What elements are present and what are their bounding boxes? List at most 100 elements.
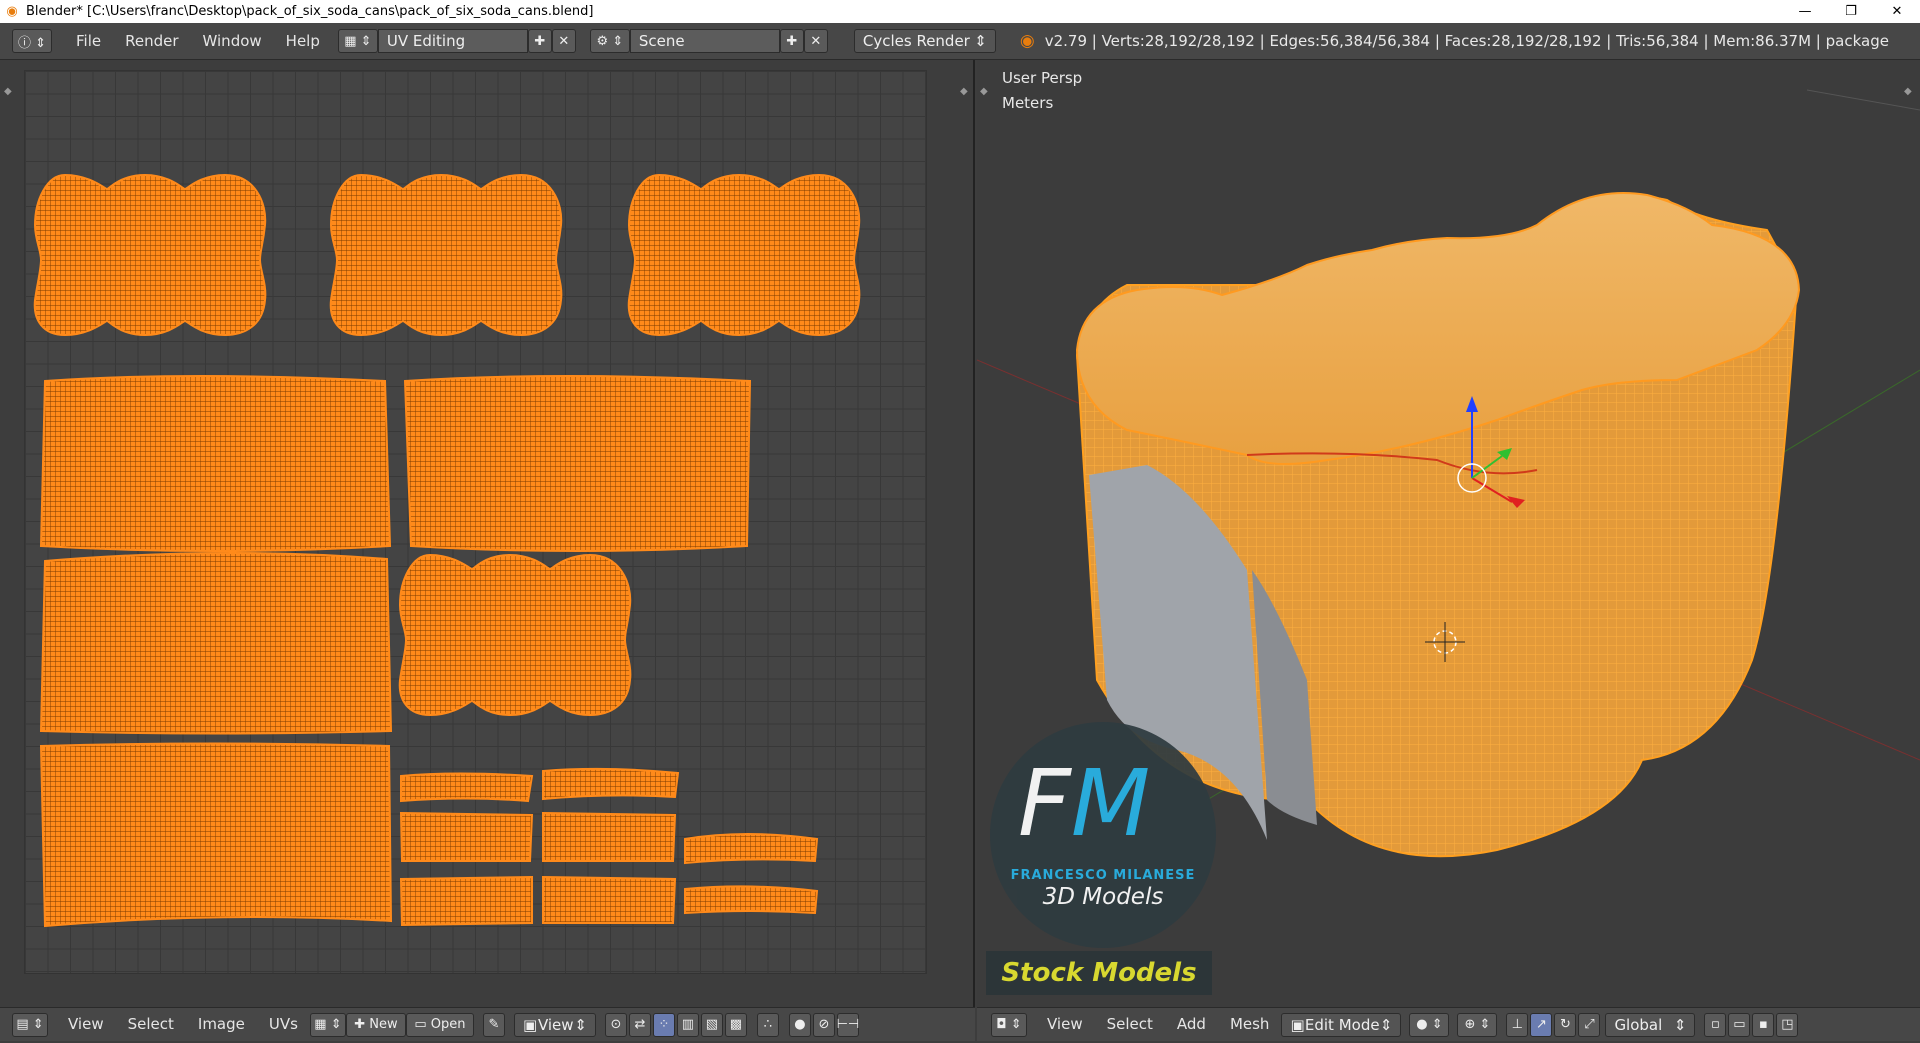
uv-image-editor[interactable]: ◆ ◆ <box>0 60 975 1007</box>
edge-select-3d-icon[interactable]: ▭ <box>1728 1012 1751 1037</box>
translate-icon[interactable]: ↗ <box>1530 1012 1553 1037</box>
scale-icon[interactable]: ⤢ <box>1578 1012 1601 1037</box>
updown-icon-4: ⇕ <box>1673 1015 1687 1034</box>
mode-dropdown[interactable]: ▣ Edit Mode ⇕ <box>1281 1012 1402 1037</box>
properties-toggle-icon[interactable]: ◆ <box>960 86 968 97</box>
menu-uvs[interactable]: UVs <box>257 1006 310 1043</box>
info-editor-type-icon[interactable]: ⓘ ⇕ <box>12 29 52 53</box>
menu-window[interactable]: Window <box>191 23 274 60</box>
occlude-geometry-icon[interactable]: ◳ <box>1776 1012 1799 1037</box>
blender-logo-icon: ◉ <box>6 3 18 19</box>
3d-view-header: ◘ ⇕ View Select Add Mesh ▣ Edit Mode ⇕ ●… <box>977 1007 1920 1041</box>
scene-icon[interactable]: ⚙ ⇕ <box>589 29 630 53</box>
close-button[interactable]: ✕ <box>1874 0 1920 23</box>
updown-icon-2: ⇕ <box>574 1015 587 1034</box>
menu-view-3d[interactable]: View <box>1035 1006 1095 1043</box>
folder-icon: ▭ <box>414 1017 427 1032</box>
edge-select-icon[interactable]: ▥ <box>676 1012 699 1037</box>
menu-view[interactable]: View <box>56 1006 116 1043</box>
add-scene-icon[interactable]: ✚ <box>779 29 804 53</box>
shading-icon[interactable]: ● ⇕ <box>1409 1012 1450 1037</box>
sync-selection-icon[interactable]: ⇄ <box>628 1012 651 1037</box>
uv-island-strip-8 <box>684 885 819 915</box>
updown-icon-3: ⇕ <box>1379 1015 1393 1034</box>
uv-island-side-1 <box>39 375 392 552</box>
island-select-icon[interactable]: ▩ <box>724 1012 747 1037</box>
menu-select[interactable]: Select <box>116 1006 186 1043</box>
orientation-dropdown[interactable]: Global ⇕ <box>1605 1012 1696 1037</box>
menu-help[interactable]: Help <box>274 23 332 60</box>
manipulator-icon[interactable]: ⊥ <box>1506 1012 1529 1037</box>
uv-island-strip-2 <box>542 767 680 801</box>
plus-icon: ✚ <box>354 1017 366 1032</box>
remove-scene-icon[interactable]: ✕ <box>803 29 828 53</box>
maximize-button[interactable]: ❐ <box>1828 0 1874 23</box>
pivot-icon[interactable]: ⊙ <box>604 1012 627 1037</box>
mode-label: Edit Mode <box>1304 1015 1380 1034</box>
uv-island-cap-4 <box>398 554 632 716</box>
render-engine-label: Cycles Render <box>862 32 970 50</box>
grid-line <box>1806 89 1920 111</box>
uv-island-cap-3 <box>627 174 861 336</box>
menu-add-3d[interactable]: Add <box>1165 1006 1218 1043</box>
minimize-button[interactable]: — <box>1782 0 1828 23</box>
uv-island-strip-7 <box>542 875 677 924</box>
watermark-name: FRANCESCO MILANESE <box>1010 868 1196 883</box>
blender-icon: ◉ <box>1019 31 1035 51</box>
menu-mesh-3d[interactable]: Mesh <box>1218 1006 1282 1043</box>
uv-island-strip-1 <box>400 772 534 803</box>
menu-render[interactable]: Render <box>113 23 190 60</box>
screen-layout-field[interactable]: UV Editing <box>377 29 528 53</box>
window-titlebar: ◉ Blender* [C:\Users\franc\Desktop\pack_… <box>0 0 1920 23</box>
updown-icon: ⇕ <box>974 32 987 50</box>
uv-grid[interactable] <box>24 70 927 974</box>
menu-image[interactable]: Image <box>186 1006 257 1043</box>
uv-island-side-3 <box>39 551 393 735</box>
pin-icon[interactable]: ✎ <box>482 1012 505 1037</box>
vertex-select-icon[interactable]: ⁘ <box>652 1012 675 1037</box>
rotate-icon[interactable]: ↻ <box>1554 1012 1577 1037</box>
watermark-badge: FM FRANCESCO MILANESE 3D Models <box>990 722 1216 948</box>
uv-island-strip-3 <box>399 811 534 862</box>
uv-island-cap-2 <box>329 174 563 336</box>
uv-editor-header: ▤ ⇕ View Select Image UVs ▦ ⇕ ✚ New ▭ Op… <box>0 1007 975 1041</box>
uv-islands <box>33 174 861 928</box>
uv-island-strip-6 <box>399 875 533 927</box>
new-image-button[interactable]: ✚ New <box>345 1012 406 1037</box>
render-engine-dropdown[interactable]: Cycles Render ⇕ <box>853 29 996 53</box>
editor-type-3d-icon[interactable]: ◘ ⇕ <box>991 1012 1027 1037</box>
info-header: ⓘ ⇕ File Render Window Help ▦ ⇕ UV Editi… <box>0 23 1920 60</box>
image-browse-icon[interactable]: ▦ ⇕ <box>309 1012 346 1037</box>
snap-element-icon[interactable]: ⊢⊣ <box>837 1012 859 1037</box>
uv-island-side-4 <box>39 742 393 928</box>
view-mode-icon: ▣ <box>522 1015 538 1034</box>
vertex-select-3d-icon[interactable]: ▫ <box>1704 1012 1727 1037</box>
view-mode-dropdown[interactable]: ▣ View ⇕ <box>513 1012 596 1037</box>
orientation-label: Global <box>1614 1015 1663 1034</box>
editor-type-icon[interactable]: ▤ ⇕ <box>12 1012 48 1037</box>
watermark-tagline: 3D Models <box>1042 884 1164 910</box>
remove-screen-icon[interactable]: ✕ <box>551 29 576 53</box>
open-image-button[interactable]: ▭ Open <box>405 1012 474 1037</box>
scene-stats: v2.79 | Verts:28,192/28,192 | Edges:56,3… <box>1044 32 1889 50</box>
sticky-mode-icon[interactable]: ∴ <box>756 1012 779 1037</box>
face-select-icon[interactable]: ▧ <box>700 1012 723 1037</box>
uv-island-strip-5 <box>684 833 819 865</box>
face-select-3d-icon[interactable]: ▪ <box>1752 1012 1775 1037</box>
uv-island-cap-1 <box>33 174 267 336</box>
view-mode-label: View <box>537 1015 574 1034</box>
scene-field[interactable]: Scene <box>629 29 780 53</box>
screen-layout-icon[interactable]: ▦ ⇕ <box>337 29 378 53</box>
tools-toggle-icon[interactable]: ◆ <box>4 86 12 97</box>
proportional-edit-icon[interactable]: ● <box>788 1012 811 1037</box>
open-image-label: Open <box>430 1017 466 1032</box>
window-title: Blender* [C:\Users\franc\Desktop\pack_of… <box>26 4 594 19</box>
pivot-point-icon[interactable]: ⊕ ⇕ <box>1457 1012 1498 1037</box>
watermark-logo: FM <box>1018 750 1151 857</box>
snap-icon[interactable]: ⊘ <box>812 1012 835 1037</box>
uv-island-side-2 <box>403 375 752 552</box>
new-image-label: New <box>369 1017 398 1032</box>
add-screen-icon[interactable]: ✚ <box>527 29 552 53</box>
menu-select-3d[interactable]: Select <box>1095 1006 1165 1043</box>
menu-file[interactable]: File <box>64 23 113 60</box>
